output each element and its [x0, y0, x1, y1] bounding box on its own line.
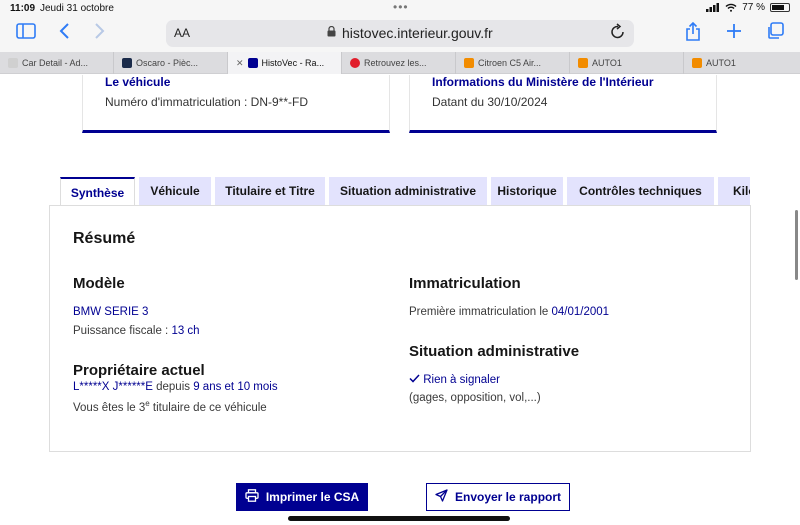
tab-situation[interactable]: Situation administrative — [329, 177, 487, 205]
battery-fill — [772, 5, 785, 10]
address-bar[interactable]: AA histovec.interieur.gouv.fr — [166, 20, 634, 47]
first-registration-date: 04/01/2001 — [551, 306, 610, 318]
page-content: Le véhicule Numéro d'immatriculation : D… — [0, 75, 800, 525]
tab-label: Oscaro - Pièc... — [136, 58, 199, 68]
status-right: 77 % — [706, 2, 790, 13]
data-date: Datant du 30/10/2024 — [432, 95, 548, 109]
fiscal-power-value: 13 ch — [171, 325, 200, 337]
ministry-card-title: Informations du Ministère de l'Intérieur — [432, 75, 654, 89]
admin-status: Rien à signaler — [409, 374, 500, 386]
registration-number: Numéro d'immatriculation : DN-9**-FD — [105, 95, 309, 109]
tab-favicon — [692, 58, 702, 68]
tab-label: Retrouvez les... — [364, 58, 427, 68]
tab-overview-icon[interactable] — [766, 22, 784, 45]
tab-favicon — [247, 58, 258, 68]
admin-detail: (gages, opposition, vol,...) — [409, 392, 541, 404]
send-icon — [435, 489, 448, 505]
text-size-button[interactable]: AA — [174, 26, 190, 40]
owner-name: L*****X J******E — [73, 381, 153, 393]
signal-icon — [706, 3, 720, 12]
fiscal-power-label: Puissance fiscale : — [73, 325, 172, 337]
forward-icon[interactable] — [94, 22, 106, 45]
browser-tab[interactable]: Car Detail - Ad... — [0, 52, 114, 74]
owner-line: L*****X J******E depuis 9 ans et 10 mois — [73, 381, 278, 393]
owner-since-value: 9 ans et 10 mois — [193, 381, 278, 393]
tab-vehicule[interactable]: Véhicule — [139, 177, 211, 205]
tab-titulaire[interactable]: Titulaire et Titre — [215, 177, 325, 205]
status-time: 11:09 — [10, 3, 36, 14]
print-csa-label: Imprimer le CSA — [265, 490, 360, 504]
admin-heading: Situation administrative — [409, 343, 580, 360]
home-indicator[interactable] — [288, 516, 510, 521]
browser-tab[interactable]: Retrouvez les... — [342, 52, 456, 74]
owner-since-label: depuis — [152, 381, 194, 393]
browser-tab[interactable]: AUTO1 — [570, 52, 684, 74]
send-report-button[interactable]: Envoyer le rapport — [426, 483, 570, 511]
battery-percent: 77 % — [742, 2, 765, 13]
summary-panel: Résumé Modèle BMW SERIE 3 Puissance fisc… — [49, 205, 751, 452]
tab-favicon — [8, 58, 18, 68]
model-heading: Modèle — [73, 275, 125, 292]
new-tab-icon[interactable] — [726, 22, 742, 44]
browser-toolbar: AA histovec.interieur.gouv.fr — [0, 16, 800, 52]
tab-favicon — [350, 58, 360, 68]
vehicle-card-title: Le véhicule — [105, 75, 171, 89]
status-bar: 11:09 Jeudi 31 octobre ••• 77 % — [0, 0, 800, 16]
scrollbar-thumb[interactable] — [795, 210, 798, 280]
tab-favicon — [578, 58, 588, 68]
tab-kilometrage[interactable]: Kilo — [718, 177, 750, 205]
owner-rank-end: titulaire de ce véhicule — [149, 401, 267, 414]
multitask-dots-icon[interactable]: ••• — [393, 0, 409, 14]
tab-close-icon[interactable]: ✕ — [236, 58, 244, 69]
owner-heading: Propriétaire actuel — [73, 362, 205, 379]
fiscal-power: Puissance fiscale : 13 ch — [73, 325, 200, 337]
tab-label: Car Detail - Ad... — [22, 58, 89, 68]
tab-favicon — [464, 58, 474, 68]
ministry-card: Informations du Ministère de l'Intérieur… — [409, 75, 717, 133]
browser-tab[interactable]: Oscaro - Pièc... — [114, 52, 228, 74]
first-registration: Première immatriculation le 04/01/2001 — [409, 306, 609, 318]
summary-heading: Résumé — [73, 230, 136, 247]
send-report-label: Envoyer le rapport — [454, 490, 562, 504]
tab-favicon — [122, 58, 132, 68]
wifi-icon — [725, 3, 737, 12]
owner-rank: Vous êtes le 3e titulaire de ce véhicule — [73, 399, 267, 414]
tab-controles[interactable]: Contrôles techniques — [567, 177, 714, 205]
admin-status-text: Rien à signaler — [423, 374, 500, 386]
vehicle-card: Le véhicule Numéro d'immatriculation : D… — [82, 75, 390, 133]
reload-icon[interactable] — [610, 23, 626, 46]
browser-tab-bar: Car Detail - Ad... Oscaro - Pièc... ✕ His… — [0, 52, 800, 74]
tab-label: Citroen C5 Air... — [478, 58, 542, 68]
first-registration-label: Première immatriculation le — [409, 306, 552, 318]
tab-label: HistoVec - Ra... — [261, 58, 325, 68]
owner-rank-prefix: Vous êtes le — [73, 401, 139, 414]
battery-icon — [770, 3, 790, 12]
check-icon — [409, 374, 420, 386]
print-csa-button[interactable]: Imprimer le CSA — [236, 483, 368, 511]
tab-label: AUTO1 — [592, 58, 622, 68]
tab-label: AUTO1 — [706, 58, 736, 68]
tab-synthese[interactable]: Synthèse — [60, 177, 135, 205]
share-icon[interactable] — [685, 21, 701, 47]
lock-icon — [327, 25, 336, 40]
printer-icon — [245, 489, 259, 505]
browser-tab[interactable]: Citroen C5 Air... — [456, 52, 570, 74]
back-icon[interactable] — [58, 22, 70, 45]
url-text[interactable]: histovec.interieur.gouv.fr — [342, 25, 493, 41]
report-tabs: Synthèse Véhicule Titulaire et Titre Sit… — [60, 177, 750, 205]
browser-tab-active[interactable]: ✕ HistoVec - Ra... — [228, 52, 342, 74]
browser-tab[interactable]: AUTO1 — [684, 52, 800, 74]
status-date: Jeudi 31 octobre — [40, 3, 114, 14]
tab-historique[interactable]: Historique — [491, 177, 563, 205]
sidebar-icon[interactable] — [16, 22, 36, 44]
model-name: BMW SERIE 3 — [73, 306, 149, 318]
registration-heading: Immatriculation — [409, 275, 521, 292]
